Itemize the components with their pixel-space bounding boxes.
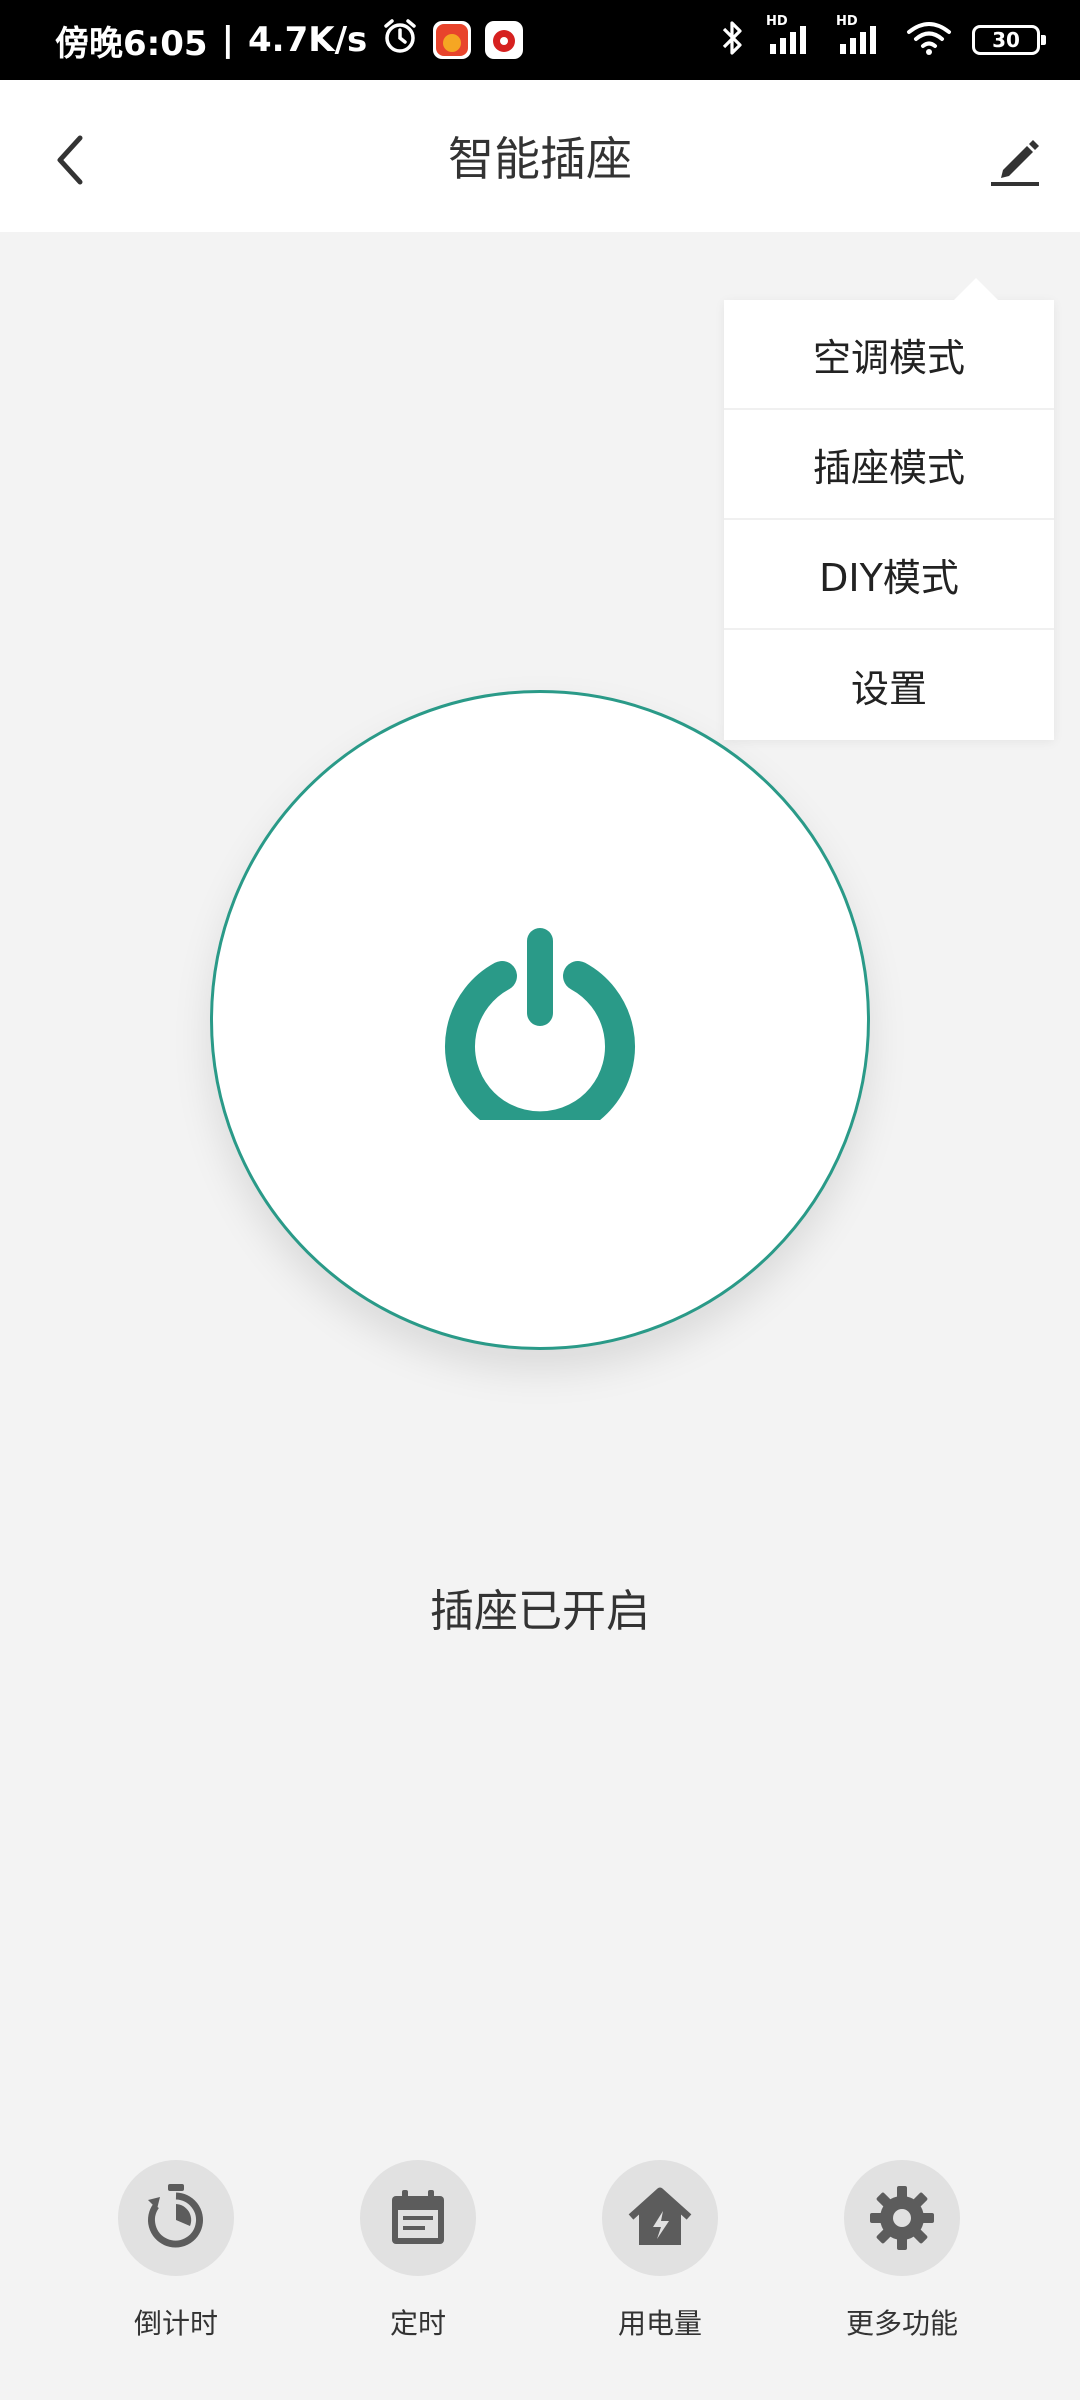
menu-item-diy-mode[interactable]: DIY模式 [724, 520, 1054, 630]
menu-item-socket-mode[interactable]: 插座模式 [724, 410, 1054, 520]
countdown-label: 倒计时 [133, 2307, 218, 2340]
power-usage-action[interactable]: 用电量 [580, 2160, 740, 2342]
signal-icon: HD [766, 14, 816, 62]
power-button[interactable] [210, 690, 870, 1350]
battery-indicator: 30 [972, 25, 1046, 55]
signal-hd-label-2: HD [836, 14, 858, 29]
stopwatch-icon [148, 2184, 203, 2248]
calendar-icon [392, 2190, 444, 2244]
alarm-icon [381, 17, 419, 64]
schedule-button[interactable] [360, 2160, 476, 2276]
app-notification-icon-2 [485, 21, 524, 59]
gear-icon [870, 2186, 934, 2250]
more-functions-action[interactable]: 更多功能 [822, 2160, 982, 2342]
power-usage-icon [628, 2187, 692, 2245]
socket-status-text: 插座已开启 [430, 1586, 650, 1637]
more-functions-label: 更多功能 [845, 2307, 958, 2340]
schedule-label: 定时 [389, 2307, 446, 2340]
network-speed: 4.7K/s [248, 20, 368, 60]
status-time: 傍晚6:05 [55, 23, 208, 64]
menu-item-ac-mode[interactable]: 空调模式 [724, 300, 1054, 410]
schedule-action[interactable]: 定时 [338, 2160, 498, 2342]
chevron-left-icon [57, 135, 83, 185]
app-header: 智能插座 [0, 80, 1080, 232]
pencil-icon [991, 140, 1039, 186]
status-separator: | [221, 20, 234, 60]
back-button[interactable] [30, 120, 110, 200]
status-left: 傍晚6:05 | 4.7K/s [55, 0, 524, 80]
wifi-icon [906, 18, 952, 62]
menu-item-settings[interactable]: 设置 [724, 630, 1054, 740]
power-icon [445, 928, 635, 1120]
mode-menu: 空调模式 插座模式 DIY模式 设置 [724, 278, 1054, 740]
edit-button[interactable] [970, 118, 1060, 198]
menu-caret [954, 278, 998, 300]
countdown-button[interactable] [118, 2160, 234, 2276]
power-usage-label: 用电量 [617, 2307, 702, 2340]
status-right: HD HD 30 [720, 0, 1046, 80]
status-bar: 傍晚6:05 | 4.7K/s HD HD 30 [0, 0, 1080, 80]
countdown-action[interactable]: 倒计时 [96, 2160, 256, 2342]
power-usage-button[interactable] [602, 2160, 718, 2276]
signal-hd-label: HD [766, 14, 788, 29]
app-notification-icon [433, 21, 472, 59]
signal-icon-2: HD [836, 14, 886, 62]
page-title: 智能插座 [448, 132, 632, 186]
more-functions-button[interactable] [844, 2160, 960, 2276]
bluetooth-icon [720, 18, 746, 62]
